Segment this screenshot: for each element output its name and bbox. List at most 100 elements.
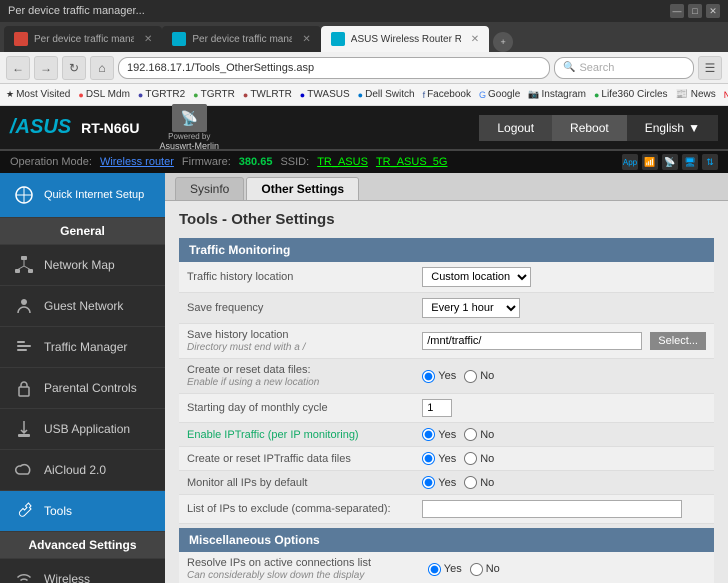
new-tab-button[interactable]: + (493, 32, 513, 52)
bookmark-most-visited[interactable]: ★ Most Visited (6, 89, 70, 100)
create-reset-yes-label[interactable]: Yes (422, 370, 456, 383)
sidebar-item-parental-controls[interactable]: Parental Controls (0, 368, 165, 409)
resolve-ips-yes-label[interactable]: Yes (428, 563, 462, 576)
sidebar-item-wireless[interactable]: Wireless (0, 559, 165, 583)
sidebar-item-tools[interactable]: Tools (0, 491, 165, 532)
bookmark-news[interactable]: 📰 News (676, 89, 716, 100)
gmail-favicon (14, 32, 28, 46)
enable-iptraffic-yes-radio[interactable] (422, 428, 435, 441)
forward-button[interactable]: → (34, 56, 58, 80)
bookmark-twlrtr[interactable]: ● TWLRTR (243, 89, 292, 100)
list-ips-exclude-input[interactable] (422, 500, 682, 518)
bookmark-dsl[interactable]: ● DSL Mdm (78, 89, 130, 100)
op-mode-link[interactable]: Wireless router (100, 156, 174, 168)
enable-iptraffic-no-label[interactable]: No (464, 428, 494, 441)
starting-day-control (414, 394, 714, 423)
bookmark-life360[interactable]: ● Life360 Circles (594, 89, 668, 100)
tab-asus-label: ASUS Wireless Router RT-... (351, 34, 461, 45)
tab-traffic-close[interactable]: ✕ (302, 34, 310, 45)
row-resolve-ips: Resolve IPs on active connections list C… (179, 552, 714, 583)
create-reset-yes-radio[interactable] (422, 370, 435, 383)
sidebar-item-quick-internet[interactable]: Quick Internet Setup (0, 173, 165, 218)
bookmark-netflix[interactable]: N Netflix (724, 89, 728, 100)
create-reset-no-radio[interactable] (464, 370, 477, 383)
ssid-label: SSID: (280, 156, 309, 168)
save-history-input-row: Select... (422, 332, 706, 350)
tab-other-settings[interactable]: Other Settings (246, 177, 359, 200)
save-history-input[interactable] (422, 332, 642, 350)
quick-internet-label: Quick Internet Setup (44, 189, 144, 201)
tab-gmail[interactable]: Per device traffic manager... ✕ (4, 26, 162, 52)
home-button[interactable]: ⌂ (90, 56, 114, 80)
save-frequency-control: Every 1 hour Every 30 min Every 6 hours (414, 293, 714, 324)
monitor-all-ips-yes-radio[interactable] (422, 476, 435, 489)
sidebar-item-aicloud[interactable]: AiCloud 2.0 (0, 450, 165, 491)
tab-sysinfo[interactable]: Sysinfo (175, 177, 244, 200)
minimize-button[interactable]: — (670, 4, 684, 18)
parental-controls-label: Parental Controls (44, 381, 137, 395)
tab-gmail-label: Per device traffic manager... (34, 34, 134, 45)
close-button[interactable]: ✕ (706, 4, 720, 18)
create-reset-iptraffic-yes-label[interactable]: Yes (422, 452, 456, 465)
row-enable-iptraffic: Enable IPTraffic (per IP monitoring) Yes… (179, 423, 714, 447)
save-frequency-select[interactable]: Every 1 hour Every 30 min Every 6 hours (422, 298, 520, 318)
miscellaneous-label: Miscellaneous Options (189, 533, 320, 547)
sidebar-item-usb-application[interactable]: USB Application (0, 409, 165, 450)
window-controls[interactable]: — □ ✕ (670, 4, 720, 18)
menu-button[interactable]: ☰ (698, 56, 722, 80)
traffic-history-select[interactable]: Custom location RAM JFFS (422, 267, 531, 287)
bookmark-tgrtr2[interactable]: ● TGRTR2 (138, 89, 185, 100)
logout-button[interactable]: Logout (479, 115, 552, 141)
tab-asus-close[interactable]: ✕ (471, 34, 479, 45)
create-reset-iptraffic-label: Create or reset IPTraffic data files (179, 447, 414, 471)
monitor-all-ips-yes-label[interactable]: Yes (422, 476, 456, 489)
tools-icon (12, 499, 36, 523)
resolve-ips-no-radio[interactable] (470, 563, 483, 576)
status-bar: Operation Mode: Wireless router Firmware… (0, 151, 728, 173)
maximize-button[interactable]: □ (688, 4, 702, 18)
bookmark-dell[interactable]: ● Dell Switch (358, 89, 415, 100)
resolve-ips-yes-radio[interactable] (428, 563, 441, 576)
select-button[interactable]: Select... (650, 332, 706, 350)
refresh-button[interactable]: ↻ (62, 56, 86, 80)
bookmark-instagram[interactable]: 📷 Instagram (528, 89, 586, 100)
tab-gmail-close[interactable]: ✕ (144, 34, 152, 45)
row-starting-day: Starting day of monthly cycle (179, 394, 714, 423)
row-traffic-history-location: Traffic history location Custom location… (179, 262, 714, 293)
create-reset-iptraffic-no-radio[interactable] (464, 452, 477, 465)
router-graphic: 📡 (172, 104, 207, 132)
ssid-link-1[interactable]: TR_ASUS (317, 156, 368, 168)
address-bar[interactable]: 192.168.17.1/Tools_OtherSettings.asp (118, 57, 550, 79)
general-label: General (60, 224, 105, 238)
create-reset-iptraffic-yes-radio[interactable] (422, 452, 435, 465)
ssid-link-2[interactable]: TR_ASUS_5G (376, 156, 448, 168)
search-box[interactable]: 🔍 Search (554, 57, 694, 79)
router-icon: 📡 (181, 110, 198, 127)
resolve-ips-no-label[interactable]: No (470, 563, 500, 576)
back-button[interactable]: ← (6, 56, 30, 80)
bookmark-twasus[interactable]: ● TWASUS (300, 89, 350, 100)
sidebar-item-network-map[interactable]: Network Map (0, 245, 165, 286)
language-button[interactable]: English ▼ (627, 115, 718, 141)
starting-day-input[interactable] (422, 399, 452, 417)
create-reset-iptraffic-no-label[interactable]: No (464, 452, 494, 465)
enable-iptraffic-no-radio[interactable] (464, 428, 477, 441)
bookmark-google[interactable]: G Google (479, 89, 520, 100)
network-map-label: Network Map (44, 258, 115, 272)
powered-name: Asuswrt-Merlin (159, 141, 219, 151)
reboot-button[interactable]: Reboot (552, 115, 627, 141)
bookmark-tgrtr[interactable]: ● TGRTR (193, 89, 235, 100)
traffic-manager-label: Traffic Manager (44, 340, 127, 354)
monitor-all-ips-no-radio[interactable] (464, 476, 477, 489)
sidebar-item-traffic-manager[interactable]: Traffic Manager (0, 327, 165, 368)
bookmark-facebook[interactable]: f Facebook (423, 89, 471, 100)
save-history-control: Select... (414, 324, 714, 359)
sidebar-item-guest-network[interactable]: Guest Network (0, 286, 165, 327)
create-reset-no-label[interactable]: No (464, 370, 494, 383)
tab-asus[interactable]: ASUS Wireless Router RT-... ✕ (321, 26, 489, 52)
header-buttons: Logout Reboot English ▼ (479, 115, 718, 141)
guest-network-label: Guest Network (44, 299, 123, 313)
enable-iptraffic-yes-label[interactable]: Yes (422, 428, 456, 441)
tab-traffic[interactable]: Per device traffic manager... ✕ (162, 26, 320, 52)
monitor-all-ips-no-label[interactable]: No (464, 476, 494, 489)
